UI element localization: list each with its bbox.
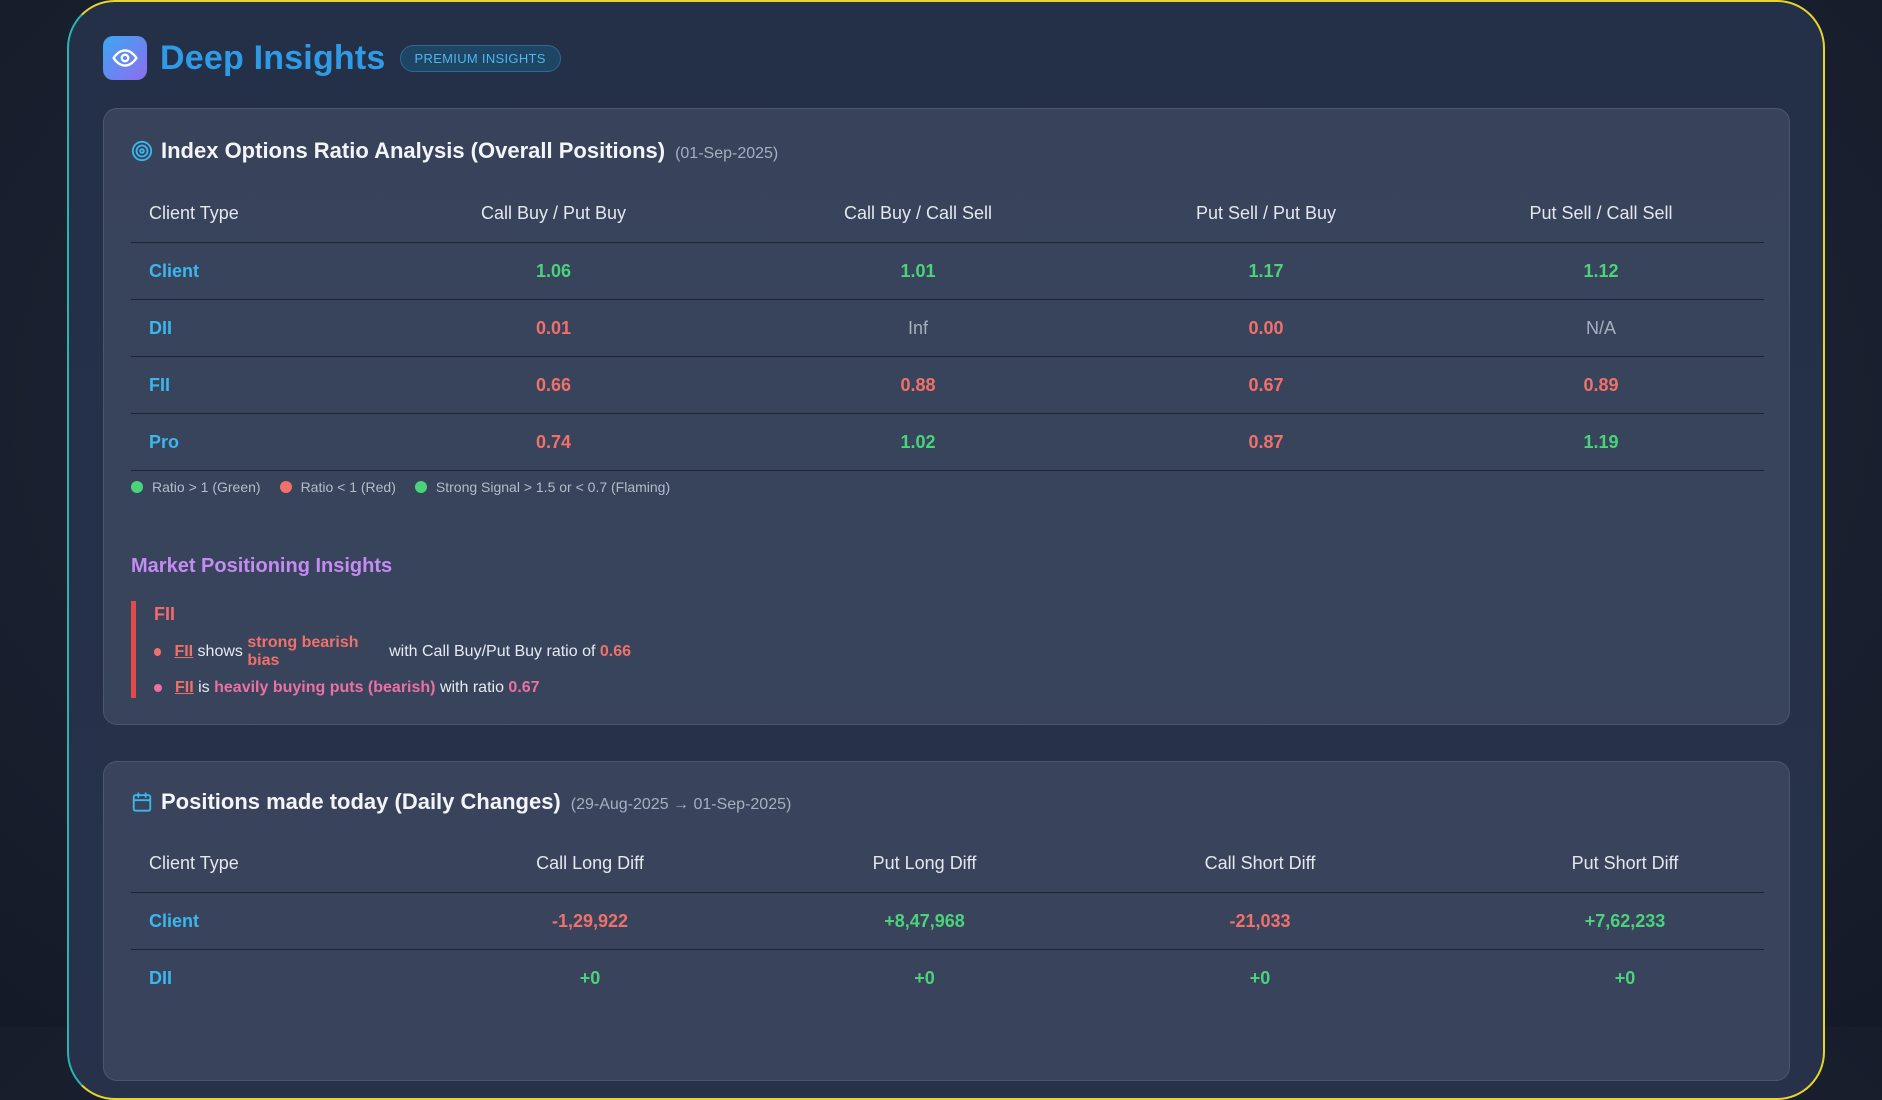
diff-cell: -1,29,922 [365,892,815,950]
ratio-cell: 0.74 [365,413,742,471]
column-header: Put Short Diff [1571,853,1679,873]
legend-item: Strong Signal > 1.5 or < 0.7 (Flaming) [414,479,671,495]
column-header: Client Type [149,853,239,873]
eye-icon [103,36,147,80]
table-row: DII 0.01 Inf 0.00 N/A [131,299,1764,357]
column-header: Put Long Diff [872,853,977,873]
ratio-cell: 1.01 [742,242,1094,300]
column-header: Call Long Diff [536,853,644,873]
diff-cell: +0 [1486,949,1764,1006]
insight-value: 0.66 [599,643,631,660]
column-header: Client Type [149,203,239,223]
green-dot-icon [131,481,143,493]
ratio-cell: 1.19 [1438,413,1764,471]
table-row: Pro 0.74 1.02 0.87 1.19 [131,413,1764,471]
page-header: Deep Insights PREMIUM INSIGHTS [103,36,561,80]
legend-item: Ratio > 1 (Green) [131,479,261,495]
legend-label: Ratio < 1 (Red) [300,479,396,495]
daily-panel-title: Positions made today (Daily Changes) [161,789,561,814]
insight-value: 0.67 [508,679,540,696]
ratio-cell: 0.67 [1094,356,1438,414]
ratio-cell: 1.06 [365,242,742,300]
client-type-cell: FII [131,356,365,414]
page-title: Deep Insights [160,38,386,77]
ratio-analysis-panel: Index Options Ratio Analysis (Overall Po… [103,108,1790,725]
ratio-cell: 0.87 [1094,413,1438,471]
table-row: DII +0 +0 +0 +0 [131,949,1764,1006]
client-type-cell: DII [131,299,365,357]
insight-emphasis: heavily buying puts (bearish) [214,679,436,696]
ratio-cell: 0.89 [1438,356,1764,414]
insight-line: FII is heavily buying puts (bearish) wit… [154,679,631,697]
ratio-cell: N/A [1438,299,1764,357]
ratio-panel-heading: Index Options Ratio Analysis (Overall Po… [131,138,778,164]
insights-heading: Market Positioning Insights [131,555,393,577]
daily-changes-panel: Positions made today (Daily Changes) (29… [103,761,1790,1081]
diff-cell: +0 [815,949,1034,1006]
diff-cell: +0 [365,949,815,1006]
daily-changes-table: Client Type Call Long Diff Put Long Diff… [131,835,1764,1006]
insight-entity: FII [154,604,175,624]
ratio-cell: 1.12 [1438,242,1764,300]
diff-cell: +0 [1034,949,1486,1006]
bullet-icon [154,648,162,656]
column-header: Put Sell / Call Sell [1529,203,1673,223]
table-header-row: Client Type Call Long Diff Put Long Diff… [131,835,1764,893]
table-row: Client -1,29,922 +8,47,968 -21,033 +7,62… [131,892,1764,950]
insight-entity-link[interactable]: FII [175,679,194,697]
diff-cell: -21,033 [1034,892,1486,950]
insight-text: is [193,679,215,696]
insight-text: with Call Buy/Put Buy ratio of [384,643,600,660]
insight-emphasis: strong bearish bias [247,634,359,669]
daily-panel-date: (29-Aug-2025 → 01-Sep-2025) [570,796,792,813]
calendar-icon [132,792,152,812]
column-header: Call Short Diff [1204,853,1316,873]
red-dot-icon [279,481,292,493]
insight-text: shows [193,643,248,660]
ratio-legend: Ratio > 1 (Green) Ratio < 1 (Red) Strong… [131,479,689,495]
daily-panel-heading: Positions made today (Daily Changes) (29… [131,789,791,815]
target-icon [131,140,153,162]
legend-item: Ratio < 1 (Red) [279,479,396,495]
insight-block: FII FII shows strong bearish bias with C… [131,601,631,698]
column-header: Call Buy / Put Buy [480,203,627,223]
diff-cell: +8,47,968 [815,892,1034,950]
ratio-cell: 1.17 [1094,242,1438,300]
ratio-cell: 1.02 [742,413,1094,471]
diff-cell: +7,62,233 [1486,892,1764,950]
green-dot-icon [414,481,427,493]
legend-label: Ratio > 1 (Green) [152,479,261,495]
table-row: Client 1.06 1.01 1.17 1.12 [131,242,1764,300]
client-type-cell: Pro [131,413,365,471]
ratio-cell: 0.00 [1094,299,1438,357]
client-type-cell: Client [131,892,365,950]
ratio-cell: 0.01 [365,299,742,357]
table-row: FII 0.66 0.88 0.67 0.89 [131,356,1764,414]
ratio-cell: Inf [742,299,1094,357]
client-type-cell: DII [131,949,365,1006]
bullet-icon [154,684,162,692]
client-type-cell: Client [131,242,365,300]
table-header-row: Client Type Call Buy / Put Buy Call Buy … [131,185,1764,243]
ratio-cell: 0.66 [365,356,742,414]
column-header: Put Sell / Put Buy [1195,203,1337,223]
legend-label: Strong Signal > 1.5 or < 0.7 (Flaming) [435,479,671,495]
insight-text: with ratio [435,679,509,696]
ratio-cell: 0.88 [742,356,1094,414]
column-header: Call Buy / Call Sell [843,203,993,223]
ratio-panel-date: (01-Sep-2025) [675,145,779,162]
ratio-table: Client Type Call Buy / Put Buy Call Buy … [131,185,1764,471]
ratio-panel-title: Index Options Ratio Analysis (Overall Po… [161,138,666,163]
insight-line: FII shows strong bearish bias with Call … [154,634,631,670]
premium-badge: PREMIUM INSIGHTS [399,44,561,72]
insight-entity-link[interactable]: FII [174,643,193,661]
